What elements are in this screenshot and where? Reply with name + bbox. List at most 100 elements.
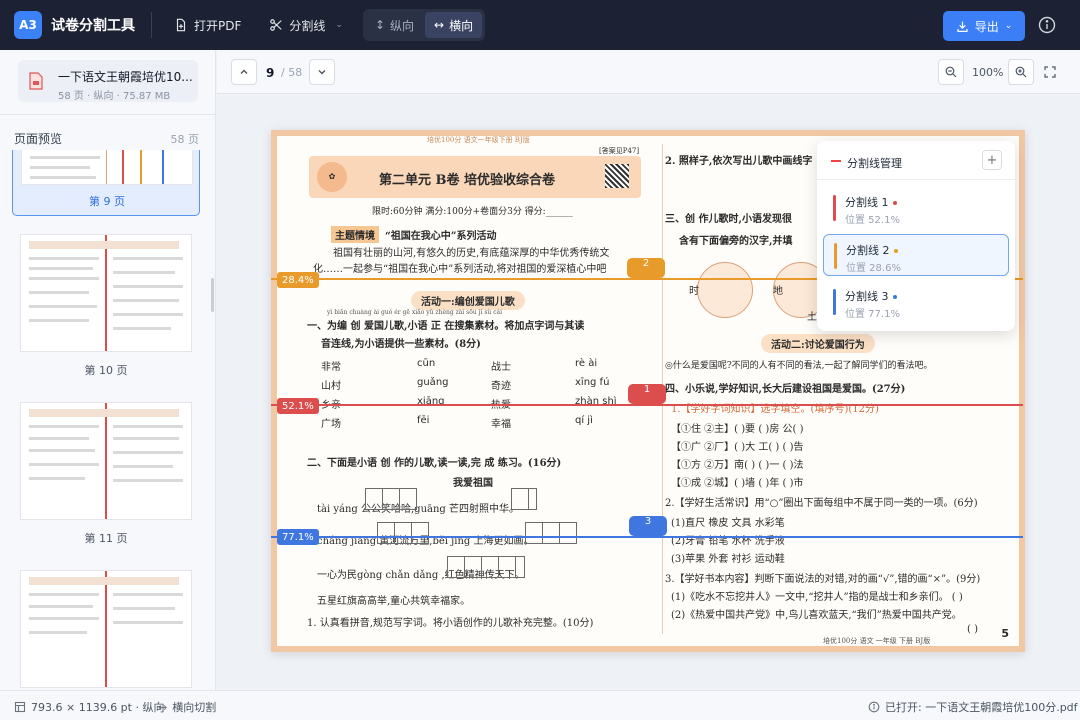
horizontal-arrows-icon: ↔	[434, 18, 445, 32]
file-card[interactable]: 一下语文王朝霞培优10... 58 页 · 纵向 · 75.87 MB	[18, 60, 198, 102]
thumbnail-image	[20, 402, 192, 520]
zoom-out-button[interactable]	[938, 59, 964, 85]
split-line-3-handle[interactable]: 3	[629, 516, 667, 536]
judge-1: (1)《吃水不忘挖井人》一文中,“挖井人”指的是战士和乡亲们。 ( )	[671, 592, 963, 603]
writing-grid[interactable]	[447, 556, 525, 578]
word-mid-2: guǎng	[417, 377, 449, 388]
zoom-in-button[interactable]	[1008, 59, 1034, 85]
select-row-1: 【①住 ②主】( )要 ( )房 公( )	[671, 424, 804, 435]
zoom-level: 100%	[972, 66, 1004, 79]
thumbnail-label: 第 9 页	[89, 195, 125, 208]
fullscreen-icon	[1044, 66, 1056, 78]
split-line-1[interactable]	[271, 404, 1023, 406]
group-row-2: (2)牙膏 铅笔 水杯 洗手液	[671, 536, 785, 547]
pot-char-2: 地	[773, 286, 783, 297]
thumbnail-page-12[interactable]	[12, 570, 200, 690]
split-lines-dropdown[interactable]: 分割线 ⌄	[261, 10, 351, 40]
split-line-3[interactable]	[271, 536, 1023, 538]
word-far-2: xīng fú	[575, 377, 610, 388]
split-line-3-badge: 77.1%	[277, 529, 319, 545]
total-pages: / 58	[281, 66, 303, 79]
q1-text: 一、为编 创 爱国儿歌,小语 正 在搜集素材。将加点字词与其读	[307, 321, 585, 332]
writing-grid[interactable]	[365, 488, 417, 510]
current-page[interactable]: 9	[266, 66, 274, 80]
color-dot-icon	[892, 295, 897, 299]
page-header: 培优100分 语文一年级下册 BJ版	[427, 136, 530, 144]
next-page-button[interactable]	[309, 59, 335, 85]
theme-tag: 主题情境	[331, 226, 379, 243]
page-number: 5	[1001, 627, 1009, 640]
export-label: 导出	[974, 19, 999, 34]
right-q4-1: 1.【学好字词知识】选字填空。(填序号)(12分)	[671, 404, 879, 415]
select-row-3: 【①方 ②万】南( ) ( )一 ( )法	[671, 460, 804, 471]
page-size-text: 793.6 × 1139.6 pt · 纵向	[31, 701, 165, 714]
q2-sub-1: 1. 认真看拼音,规范写字词。将小语创作的儿歌补充完整。(10分)	[307, 618, 594, 629]
preview-count: 58 页	[170, 133, 200, 146]
word-right-1: 战士	[491, 362, 511, 373]
add-split-button[interactable]: +	[982, 150, 1002, 170]
color-dot-icon	[893, 249, 898, 253]
word-mid-1: cūn	[417, 358, 436, 369]
export-button[interactable]: 导出 ⌄	[943, 11, 1025, 41]
select-row-4: 【①成 ②城】( )墙 ( )年 ( )市	[671, 478, 804, 489]
page-nav-bar: 9 / 58 100%	[217, 50, 1080, 94]
split-item-position: 位置 52.1%	[845, 215, 900, 226]
status-bar: 793.6 × 1139.6 pt · 纵向 ↔ 横向切割 已打开: 一下语文王…	[0, 690, 1080, 720]
pot-char-3: 土	[807, 312, 817, 323]
horizontal-mode-button[interactable]: ↔ 横向	[425, 12, 483, 38]
info-icon	[868, 701, 880, 713]
color-dot-icon	[892, 201, 897, 205]
judge-3: ( )	[967, 624, 978, 635]
open-pdf-button[interactable]: 打开PDF	[166, 10, 249, 40]
zoom-out-icon	[945, 66, 957, 78]
status-page-size: 793.6 × 1139.6 pt · 纵向	[14, 699, 164, 715]
top-toolbar: A3 试卷分割工具 打开PDF 分割线 ⌄ ↕ 纵向 ↔ 横向 导出 ⌄	[0, 0, 1080, 50]
thumbnail-image	[20, 234, 192, 352]
right-q2: 2. 照样子,依次写出儿歌中画线字	[665, 156, 813, 167]
status-opened-file: 已打开: 一下语文王朝霞培优100分.pdf	[868, 699, 1078, 715]
preview-title: 页面预览	[14, 132, 63, 146]
word-left-4: 广场	[321, 419, 341, 430]
split-line-1-badge: 52.1%	[277, 398, 319, 414]
writing-grid[interactable]	[511, 488, 537, 510]
chevron-down-icon	[318, 70, 326, 75]
thumbnail-page-10[interactable]: 第 10 页	[12, 234, 200, 384]
split-item-2[interactable]: 分割线 2 位置 28.6%	[823, 234, 1009, 276]
thumbnail-page-9[interactable]: 第 9 页	[12, 150, 200, 216]
writing-grid[interactable]	[525, 522, 577, 544]
fullscreen-button[interactable]	[1037, 59, 1063, 85]
thumbnail-list: 第 9 页 第 10 页 第 11 页	[0, 150, 215, 690]
split-manager-panel: 分割线管理 + 分割线 1 位置 52.1% 分割线 2 位置 28.6% 分割…	[817, 141, 1015, 331]
sidebar-scrollbar[interactable]	[211, 278, 214, 312]
thumbnail-page-11[interactable]: 第 11 页	[12, 402, 200, 552]
chevron-down-icon: ⌄	[335, 20, 343, 30]
split-item-1[interactable]: 分割线 1 位置 52.1%	[823, 187, 1009, 229]
pot-char-1: 时	[689, 286, 699, 297]
flower-pot-image	[697, 262, 753, 318]
split-item-3[interactable]: 分割线 3 位置 77.1%	[823, 281, 1009, 323]
info-icon[interactable]	[1037, 15, 1057, 35]
split-item-position: 位置 77.1%	[845, 309, 900, 320]
split-line-2-handle-label: 2	[642, 258, 650, 269]
file-plus-icon	[176, 18, 186, 32]
split-line-2-handle[interactable]: 2	[627, 258, 665, 278]
prev-page-button[interactable]	[231, 59, 257, 85]
split-line-3-handle-label: 3	[644, 516, 652, 527]
horizontal-mode-label: 横向	[449, 18, 474, 33]
writing-grid[interactable]	[377, 522, 429, 544]
word-right-4: 幸福	[491, 419, 511, 430]
meta-line: 限时:60分钟 满分:100分+卷面分3分 得分:______	[372, 207, 573, 217]
vertical-mode-button[interactable]: ↕ 纵向	[366, 12, 423, 38]
split-line-1-handle[interactable]: 1	[628, 384, 666, 404]
split-item-position: 位置 28.6%	[846, 263, 901, 274]
status-split-mode: ↔ 横向切割	[158, 699, 216, 715]
word-right-2: 奇迹	[491, 381, 511, 392]
select-row-2: 【①广 ②厂】( )大 工( ) ( )告	[671, 442, 804, 453]
sidebar: 一下语文王朝霞培优10... 58 页 · 纵向 · 75.87 MB 页面预览…	[0, 50, 216, 690]
poem-line-1: tài yáng 公公笑哈哈,guāng 芒四射照中华。	[317, 504, 519, 515]
scissors-icon	[270, 19, 283, 31]
q1-text-b: 音连线,为小语提供一些素材。(8分)	[321, 339, 481, 350]
file-meta: 58 页 · 纵向 · 75.87 MB	[58, 91, 171, 102]
word-mid-4: fēi	[417, 415, 430, 426]
sidebar-divider	[0, 114, 215, 115]
